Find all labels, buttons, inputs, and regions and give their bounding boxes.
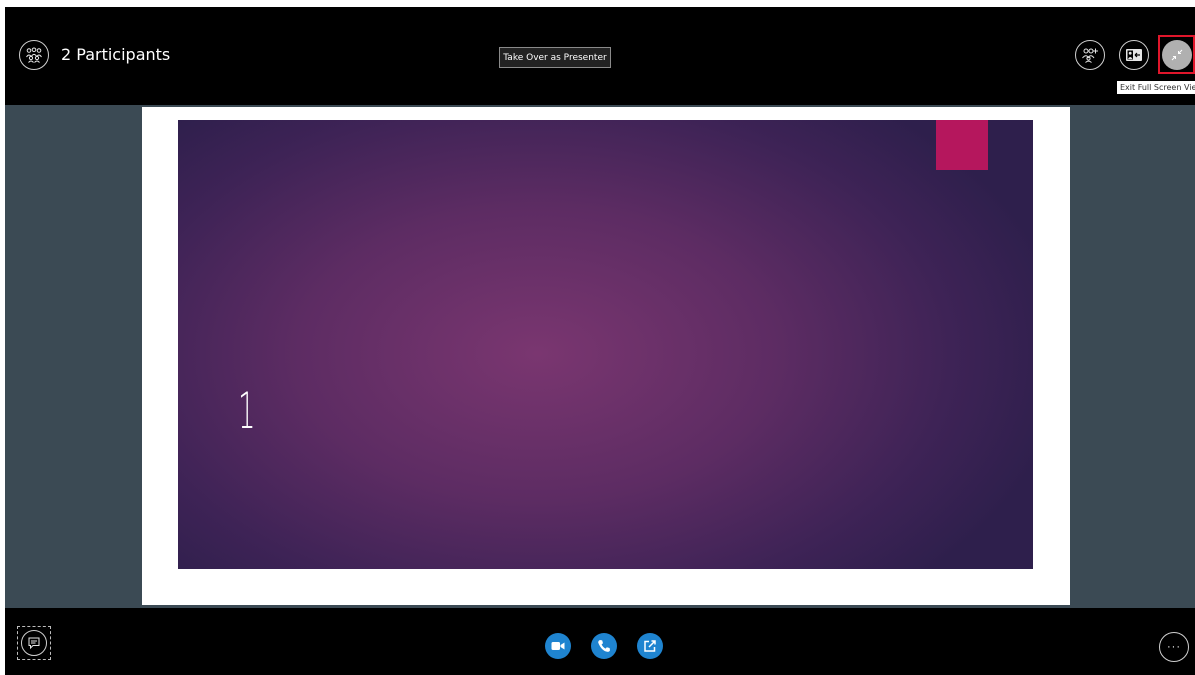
meeting-window: 2 Participants Take Over as Presenter Ex… xyxy=(5,7,1195,675)
call-button[interactable] xyxy=(591,633,617,659)
slide-page: 1 xyxy=(142,107,1070,605)
people-group-icon xyxy=(26,47,42,63)
chat-button[interactable] xyxy=(17,626,51,660)
exit-full-screen-tooltip: Exit Full Screen View xyxy=(1117,81,1195,94)
video-camera-icon xyxy=(551,642,565,650)
participants-count-label: 2 Participants xyxy=(61,45,171,64)
bottom-toolbar: ··· xyxy=(5,608,1195,675)
slide-accent-tab xyxy=(936,120,988,170)
chat-icon xyxy=(28,637,40,650)
slide-canvas: 1 xyxy=(178,120,1033,569)
chat-icon-circle xyxy=(21,630,47,656)
slide-number: 1 xyxy=(238,382,256,440)
more-options-button[interactable]: ··· xyxy=(1159,632,1189,662)
phone-icon xyxy=(598,640,610,652)
add-people-button[interactable] xyxy=(1075,40,1105,70)
take-over-presenter-button[interactable]: Take Over as Presenter xyxy=(499,47,611,68)
presentation-layout-button[interactable] xyxy=(1119,40,1149,70)
add-people-icon xyxy=(1082,48,1098,63)
share-screen-icon xyxy=(644,640,656,652)
presentation-layout-icon xyxy=(1126,49,1142,61)
video-button[interactable] xyxy=(545,633,571,659)
shared-content-stage: 1 xyxy=(5,105,1195,608)
participants-button[interactable] xyxy=(19,40,49,70)
focus-highlight-box xyxy=(1158,35,1195,74)
share-screen-button[interactable] xyxy=(637,633,663,659)
top-toolbar: 2 Participants Take Over as Presenter Ex… xyxy=(5,7,1195,105)
